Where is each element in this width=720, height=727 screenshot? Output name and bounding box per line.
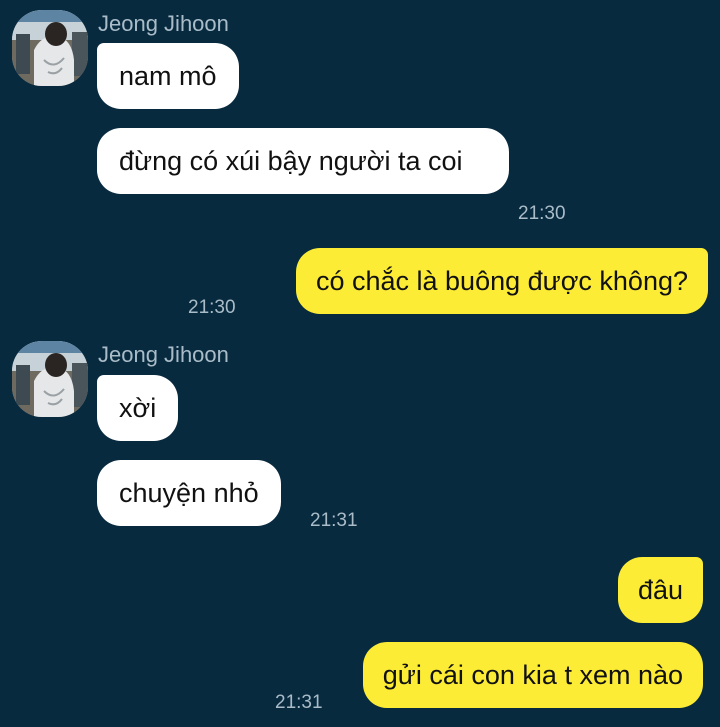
avatar-photo [12,341,88,417]
message-text: đừng có xúi bậy người ta coi [119,146,463,176]
message-bubble[interactable]: chuyện nhỏ [97,460,281,526]
message-bubble[interactable]: đừng có xúi bậy người ta coi [97,128,509,194]
message-time: 21:30 [188,297,236,318]
message-text: nam mô [119,61,217,91]
message-text: gửi cái con kia t xem nào [382,660,683,690]
message-bubble[interactable]: gửi cái con kia t xem nào [362,642,703,708]
sender-name: Jeong Jihoon [98,342,229,367]
message-bubble[interactable]: có chắc là buông được không? [295,248,708,314]
message-text: có chắc là buông được không? [315,266,688,296]
message-time: 21:31 [310,510,358,531]
message-text: chuyện nhỏ [119,478,259,508]
avatar-photo [12,10,88,86]
avatar-icon[interactable] [12,10,88,86]
message-time: 21:30 [518,203,566,224]
message-text: xời [119,393,157,423]
avatar-icon[interactable] [12,341,88,417]
sender-name: Jeong Jihoon [98,11,229,36]
message-bubble[interactable]: xời [97,375,179,441]
message-text: đâu [637,575,683,605]
message-time: 21:31 [275,692,323,713]
message-bubble[interactable]: đâu [617,557,703,623]
message-bubble[interactable]: nam mô [97,43,239,109]
chat-window: Jeong Jihoon nam mô đừng có xúi bậy ngườ… [0,0,720,727]
